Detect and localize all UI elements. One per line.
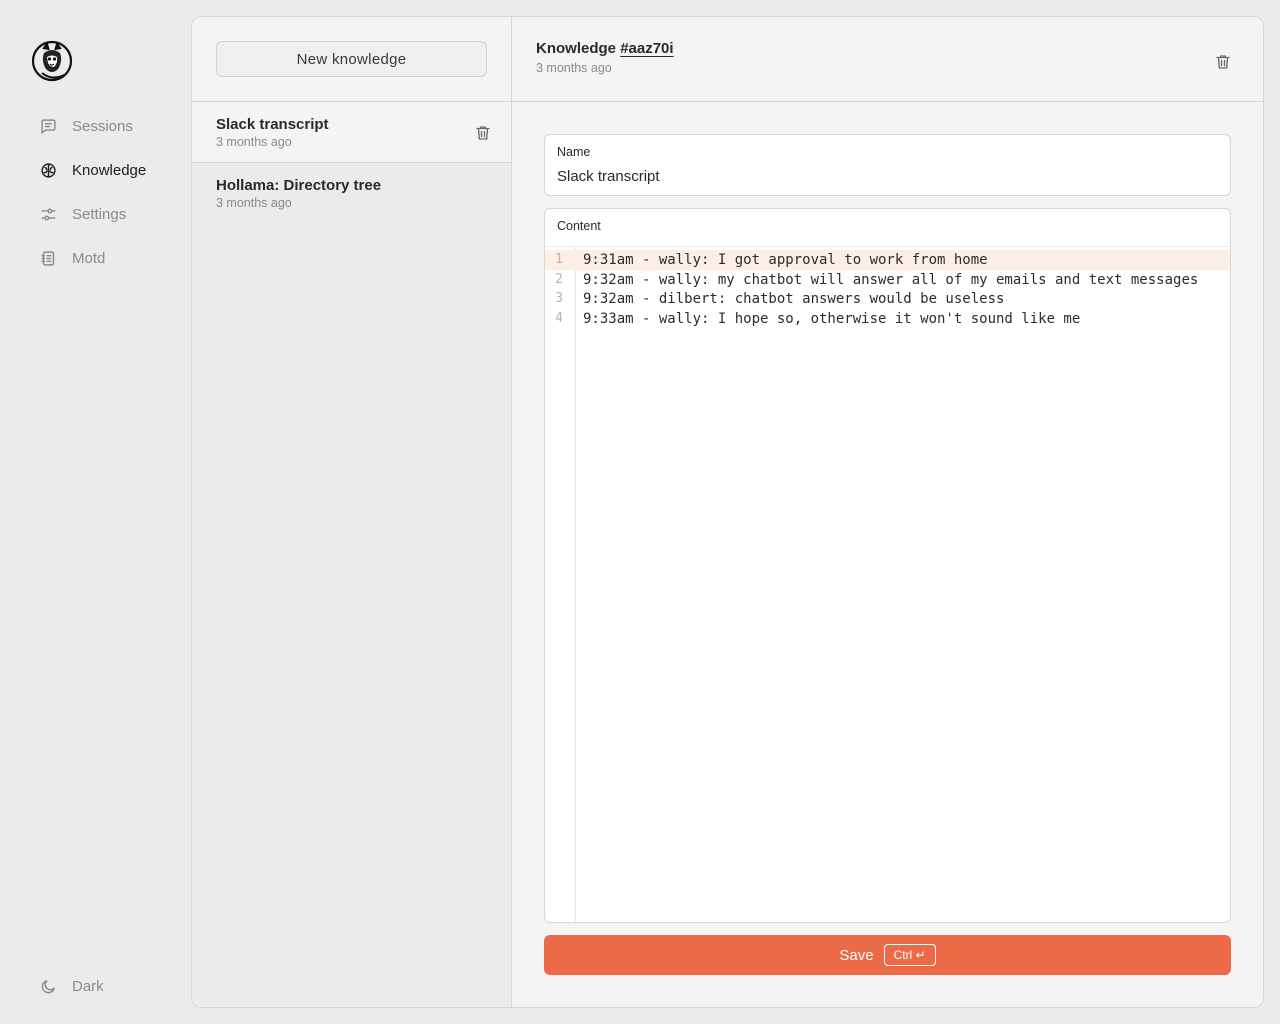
save-button[interactable]: Save Ctrl ↵ [544,935,1231,975]
nav-item-label: Settings [72,205,127,223]
knowledge-detail: Knowledge #aaz70i 3 months ago Name Cont… [512,17,1263,1007]
delete-knowledge-trash-icon[interactable] [1214,53,1232,71]
name-field: Name [544,134,1231,196]
line-text: 9:32am - dilbert: chatbot answers would … [583,291,1005,307]
code-line[interactable]: 3 9:32am - dilbert: chatbot answers woul… [545,289,1230,309]
theme-toggle-label: Dark [72,977,104,995]
sidebar: Sessions Knowledge Settings Motd Dark [0,0,192,1024]
brain-icon [38,160,58,180]
name-field-label: Name [557,145,591,159]
line-number: 1 [555,252,563,267]
nav-item-sessions[interactable]: Sessions [38,114,178,138]
line-number: 2 [555,272,563,287]
knowledge-list-header: New knowledge [192,17,511,102]
knowledge-list-item[interactable]: Slack transcript 3 months ago [192,102,511,163]
knowledge-item-date: 3 months ago [216,135,292,149]
content-code-editor[interactable]: 1 9:31am - wally: I got approval to work… [545,246,1230,922]
code-line[interactable]: 2 9:32am - wally: my chatbot will answer… [545,270,1230,290]
sliders-icon [38,204,58,224]
nav-item-motd[interactable]: Motd [38,246,178,270]
content-field: Content 1 9:31am - wally: I got approval… [544,208,1231,923]
main-panel: New knowledge Slack transcript 3 months … [191,16,1264,1008]
keyboard-shortcut-badge: Ctrl ↵ [883,944,936,966]
code-line[interactable]: 4 9:33am - wally: I hope so, otherwise i… [545,309,1230,329]
name-input[interactable] [557,165,1217,187]
hollama-logo-icon[interactable] [30,39,74,83]
page-title: Knowledge #aaz70i [536,40,674,57]
knowledge-date: 3 months ago [536,61,612,75]
nav-item-label: Sessions [72,117,133,135]
save-button-label: Save [839,946,874,964]
line-text: 9:33am - wally: I hope so, otherwise it … [583,311,1081,327]
moon-icon [38,976,58,996]
line-number-gutter [545,247,576,922]
nav-item-settings[interactable]: Settings [38,202,178,226]
nav-item-label: Motd [72,249,106,267]
line-text: 9:31am - wally: I got approval to work f… [583,252,988,268]
code-line[interactable]: 1 9:31am - wally: I got approval to work… [545,250,1230,270]
knowledge-list: New knowledge Slack transcript 3 months … [192,17,512,1007]
nav-item-knowledge[interactable]: Knowledge [38,158,178,182]
notebook-icon [38,248,58,268]
trash-icon[interactable] [474,124,492,142]
line-text: 9:32am - wally: my chatbot will answer a… [583,272,1199,288]
knowledge-list-item[interactable]: Hollama: Directory tree 3 months ago [192,163,511,224]
nav-item-label: Knowledge [72,161,147,179]
new-knowledge-button[interactable]: New knowledge [216,41,487,77]
theme-toggle-button[interactable]: Dark [38,974,178,998]
content-field-label: Content [557,219,601,233]
knowledge-detail-header: Knowledge #aaz70i 3 months ago [512,17,1263,102]
knowledge-item-title: Slack transcript [216,116,329,133]
chat-icon [38,116,58,136]
line-number: 3 [555,291,563,306]
page-title-prefix: Knowledge [536,40,617,57]
line-number: 4 [555,311,563,326]
knowledge-item-date: 3 months ago [216,196,292,210]
knowledge-item-title: Hollama: Directory tree [216,177,382,194]
knowledge-id-link[interactable]: #aaz70i [620,40,673,57]
